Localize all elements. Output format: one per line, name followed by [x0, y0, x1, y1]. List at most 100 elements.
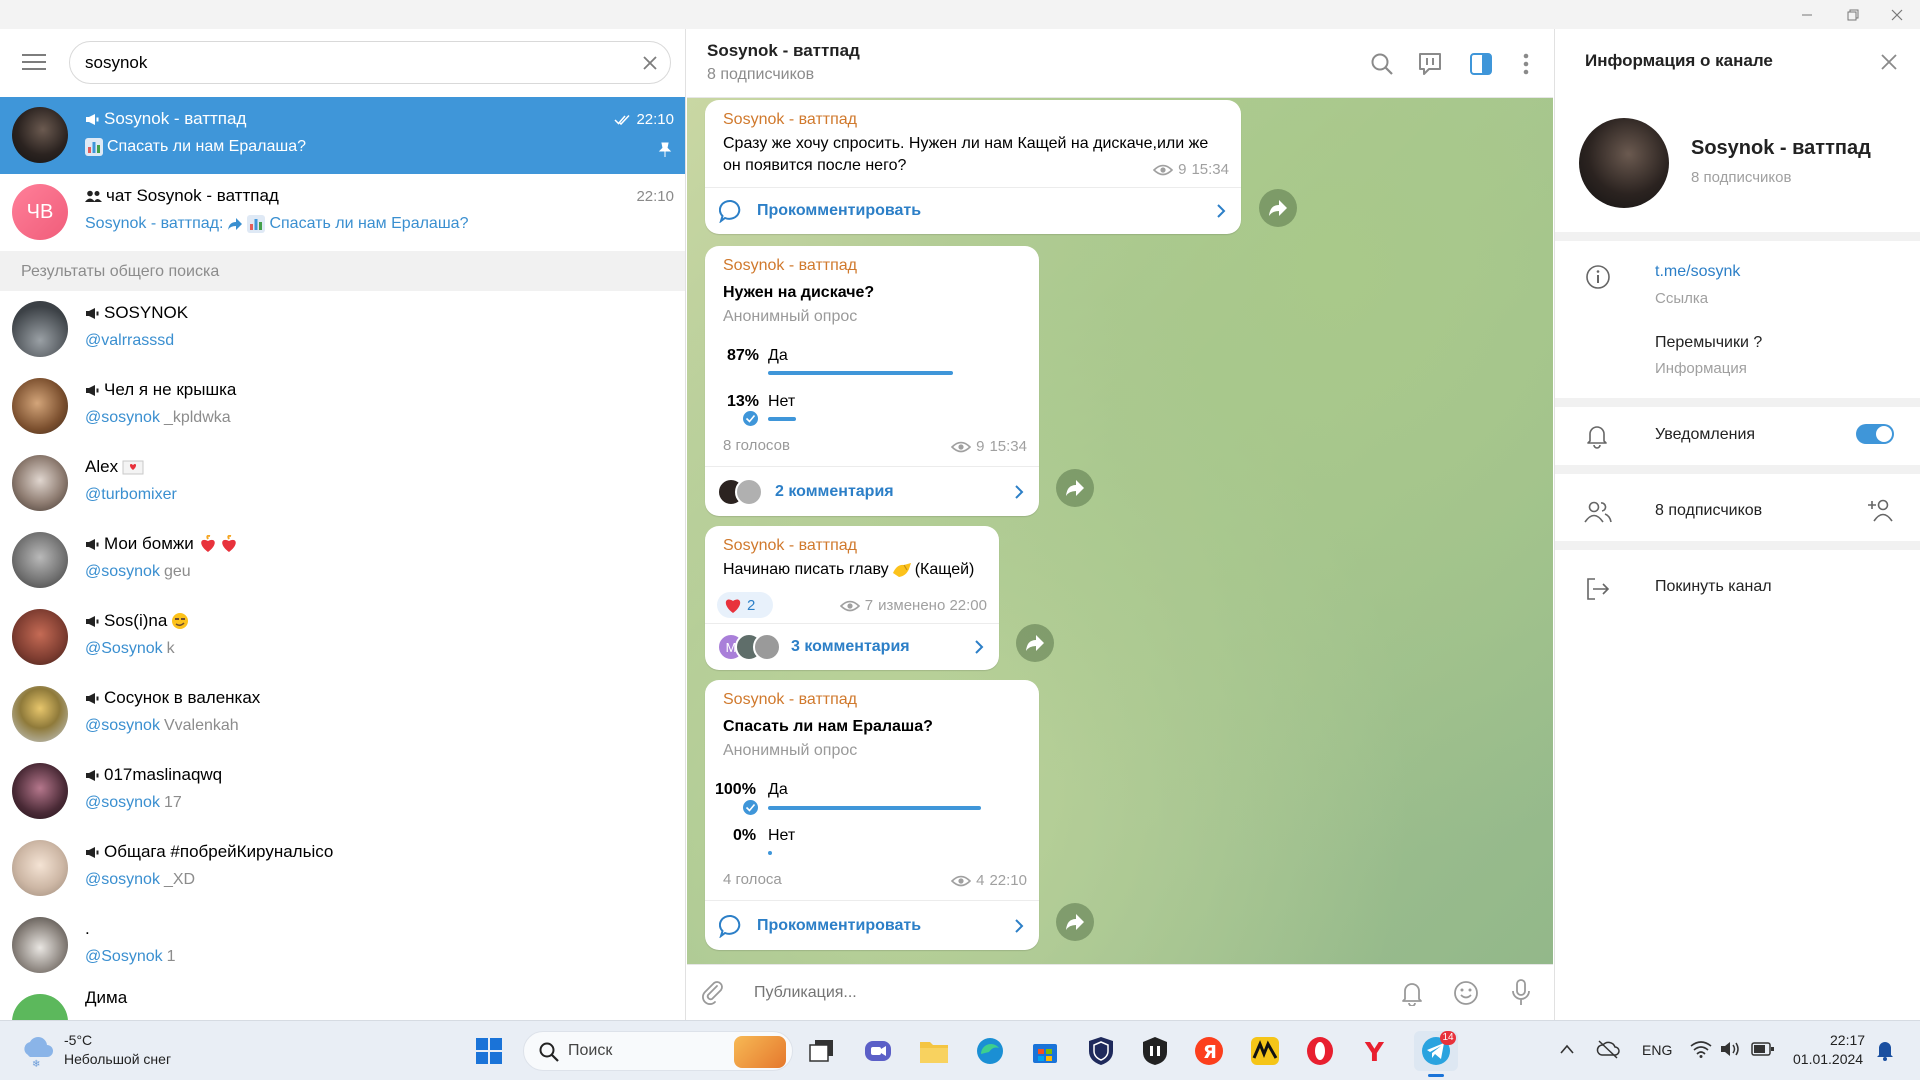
show-hidden-icons-button[interactable]	[1559, 1043, 1575, 1055]
chat-item-group[interactable]: ЧВ чат Sosynok - ваттпад Sosynok - ваттп…	[0, 174, 685, 251]
search-result-item[interactable]: Alex @turbomixer	[0, 445, 685, 522]
close-panel-button[interactable]	[1880, 53, 1898, 71]
views-icon	[951, 441, 972, 452]
silent-broadcast-button[interactable]	[1399, 980, 1425, 1006]
search-result-item[interactable]: Чел я не крышка @sosynok _kpldwka	[0, 368, 685, 445]
search-icon	[539, 1042, 559, 1062]
comment-label: 3 комментария	[791, 638, 910, 655]
share-button[interactable]	[1016, 624, 1054, 662]
microphone-icon	[1512, 979, 1530, 1005]
poll-icon	[85, 138, 103, 156]
wifi-icon[interactable]	[1690, 1040, 1712, 1058]
search-result-item[interactable]: Сосунок в валенках @sosynok Vvalenkah	[0, 676, 685, 753]
app-wave-button[interactable]	[1247, 1033, 1283, 1069]
message-input[interactable]	[752, 981, 1312, 1005]
chosen-check-icon	[743, 411, 758, 426]
message-time: 15:34	[1191, 161, 1229, 178]
close-icon	[643, 56, 657, 70]
comments-button[interactable]: М 3 комментария	[705, 624, 999, 670]
members-label[interactable]: 8 подписчиков	[1655, 502, 1762, 520]
taskbar-search[interactable]: Поиск	[523, 1031, 793, 1071]
voice-record-button[interactable]	[1510, 979, 1532, 1007]
battery-icon[interactable]	[1751, 1041, 1775, 1057]
search-input[interactable]	[83, 51, 623, 75]
weather-widget[interactable]: ❄	[20, 1033, 56, 1069]
add-member-button[interactable]	[1867, 498, 1895, 522]
yandex-browser-button[interactable]: Я	[1191, 1033, 1227, 1069]
sidebar-toggle-button[interactable]	[1468, 51, 1494, 77]
comments-button[interactable]: 2 комментария	[705, 469, 1039, 515]
notifications-toggle[interactable]	[1856, 424, 1894, 444]
result-name: Общага #побрейКирунальісо	[104, 842, 334, 861]
chat-item-sosynok-wattpad[interactable]: Sosynok - ваттпад Спасать ли нам Ералаша…	[0, 97, 685, 174]
chat-name: чат Sosynok - ваттпад	[106, 186, 279, 205]
app-shield-button[interactable]	[1083, 1033, 1119, 1069]
cloud-sync-icon[interactable]	[1596, 1039, 1620, 1059]
message-author[interactable]: Sosynok - ваттпад	[723, 257, 857, 275]
store-button[interactable]	[1027, 1033, 1063, 1069]
yandex-app-button[interactable]: Y	[1357, 1033, 1393, 1069]
reaction-chip[interactable]: 2	[717, 592, 773, 618]
notification-bell-button[interactable]	[1875, 1039, 1895, 1061]
leave-channel-button[interactable]: Покинуть канал	[1655, 578, 1772, 596]
poll-type: Анонимный опрос	[723, 742, 858, 759]
emoji-button[interactable]	[1453, 980, 1479, 1006]
search-result-item[interactable]: 017maslinaqwq @sosynok 17	[0, 753, 685, 830]
close-window-button[interactable]	[1874, 0, 1920, 29]
search-result-item[interactable]: Мои бомжи @sosynok geu	[0, 522, 685, 599]
attach-button[interactable]	[700, 980, 726, 1006]
start-button[interactable]	[471, 1033, 507, 1069]
message-author[interactable]: Sosynok - ваттпад	[723, 691, 857, 709]
more-button[interactable]	[1513, 51, 1539, 77]
comment-button[interactable]: Прокомментировать	[705, 903, 1039, 949]
channel-link[interactable]: t.me/sosynk	[1655, 263, 1740, 281]
telegram-button[interactable]: 14	[1414, 1031, 1458, 1077]
chat-background: Sosynok - ваттпад Сразу же хочу спросить…	[687, 98, 1553, 964]
clear-search-button[interactable]	[642, 55, 658, 71]
commenter-avatar	[735, 478, 763, 506]
channel-icon	[86, 846, 99, 858]
window-titlebar	[0, 0, 1920, 29]
opera-button[interactable]	[1302, 1033, 1338, 1069]
search-result-item[interactable]: SOSYNOK @valrrasssd	[0, 291, 685, 368]
channel-subscribers: 8 подписчиков	[1691, 169, 1792, 186]
avatar	[12, 378, 68, 434]
search-result-item[interactable]: Sos(i)na @Sosynok k	[0, 599, 685, 676]
task-view-button[interactable]	[804, 1033, 840, 1069]
svg-text:Я: Я	[1203, 1042, 1217, 1063]
search-result-item[interactable]: Общага #побрейКирунальісо @sosynok _XD	[0, 830, 685, 907]
app-helmet-button[interactable]	[1137, 1033, 1173, 1069]
share-button[interactable]	[1259, 189, 1297, 227]
search-field[interactable]	[69, 41, 671, 84]
volume-icon[interactable]	[1720, 1040, 1742, 1058]
meet-app-button[interactable]	[860, 1033, 896, 1069]
restore-button[interactable]	[1830, 0, 1876, 29]
bell-icon	[1402, 983, 1422, 1006]
comment-button[interactable]: Прокомментировать	[705, 188, 1241, 234]
share-button[interactable]	[1056, 469, 1094, 507]
poll-message-bubble: Sosynok - ваттпад Спасать ли нам Ералаша…	[705, 680, 1039, 950]
comment-label: Прокомментировать	[757, 202, 922, 219]
close-icon	[1891, 9, 1903, 20]
menu-button[interactable]	[22, 53, 46, 71]
message-author[interactable]: Sosynok - ваттпад	[723, 537, 857, 555]
search-button[interactable]	[1369, 51, 1395, 77]
edge-browser-button[interactable]	[972, 1033, 1008, 1069]
search-result-item[interactable]: Дима	[0, 984, 685, 1020]
minimize-button[interactable]	[1784, 0, 1830, 29]
channel-avatar[interactable]	[1579, 118, 1669, 208]
clock-date[interactable]: 01.01.2024	[1793, 1051, 1863, 1067]
file-explorer-button[interactable]	[916, 1033, 952, 1069]
chat-title[interactable]: Sosynok - ваттпад	[707, 41, 860, 61]
video-chat-icon	[865, 1041, 891, 1061]
clock-time[interactable]: 22:17	[1830, 1032, 1865, 1048]
message-bubble[interactable]: Sosynok - ваттпад Сразу же хочу спросить…	[705, 100, 1241, 234]
message-bubble[interactable]: Sosynok - ваттпад Начинаю писать главу (…	[705, 526, 999, 670]
poll-type: Анонимный опрос	[723, 308, 858, 325]
discussion-button[interactable]	[1417, 51, 1443, 77]
input-language[interactable]: ENG	[1642, 1042, 1672, 1058]
search-result-item[interactable]: . @Sosynok 1	[0, 907, 685, 984]
message-author[interactable]: Sosynok - ваттпад	[723, 111, 857, 129]
poll-option-label: Да	[768, 781, 788, 798]
share-button[interactable]	[1056, 903, 1094, 941]
